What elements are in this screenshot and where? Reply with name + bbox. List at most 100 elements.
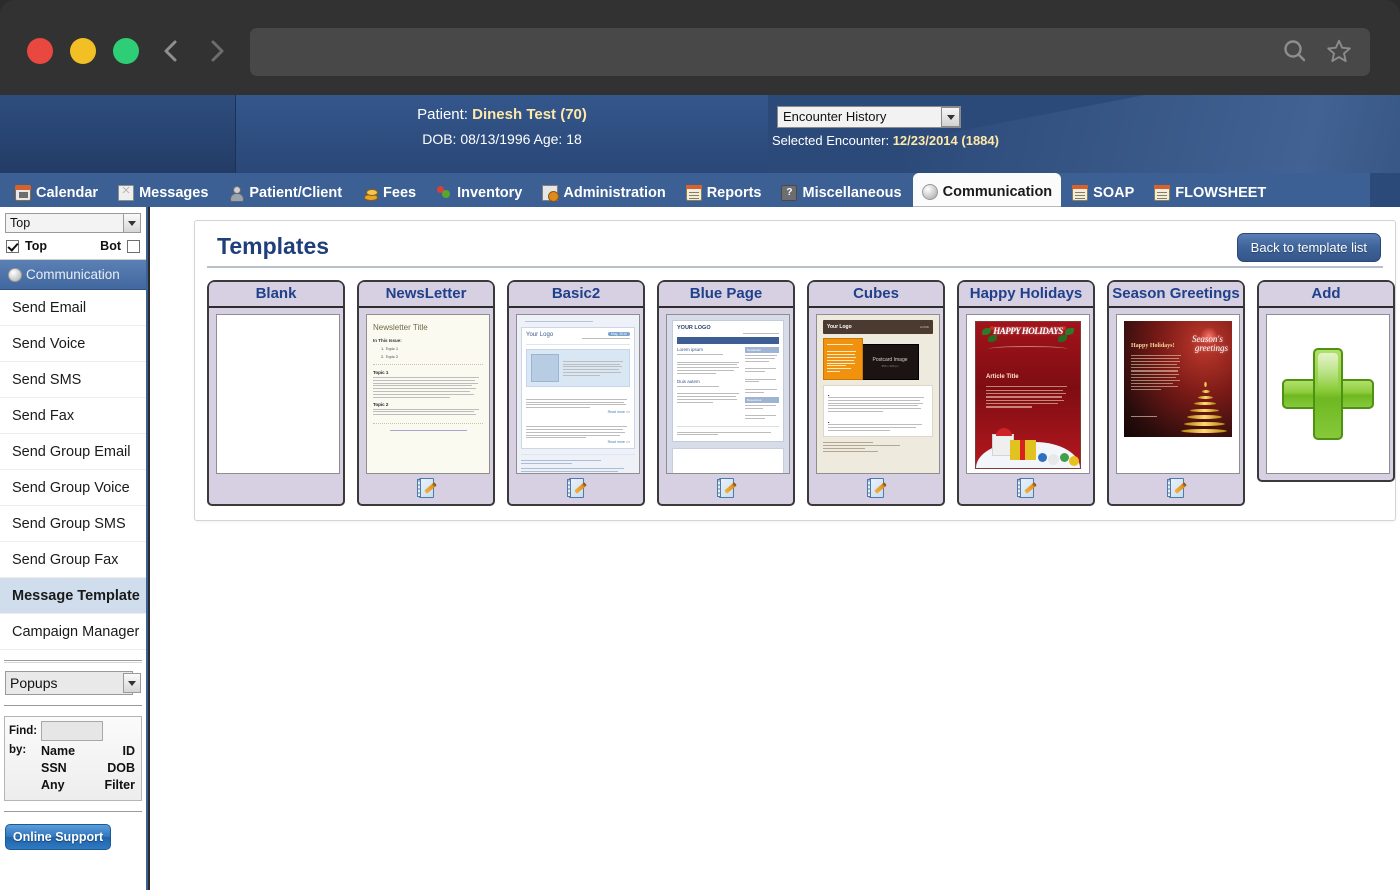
template-card-row: Blank NewsLetter Newsletter Title In Thi… bbox=[203, 280, 1395, 506]
newsletter-subhead: In This Issue: bbox=[373, 338, 402, 343]
template-name: Cubes bbox=[809, 282, 943, 308]
address-bar[interactable] bbox=[250, 28, 1370, 76]
bluepage-main-column: Lorem ipsum Duis autem bbox=[677, 347, 742, 421]
coins-icon bbox=[362, 185, 379, 201]
cubes-postcard-sub: 350 x 200 px bbox=[881, 363, 899, 368]
minimize-window-button[interactable] bbox=[70, 38, 96, 64]
template-thumbnail[interactable]: Your Logo May, 2010 Read more >> Read mo… bbox=[516, 314, 640, 474]
hero-text bbox=[563, 354, 625, 382]
close-window-button[interactable] bbox=[27, 38, 53, 64]
sidebar-item-send-email[interactable]: Send Email bbox=[0, 290, 146, 326]
sidebar-item-send-fax[interactable]: Send Fax bbox=[0, 398, 146, 434]
template-thumb-wrap: Your Logo HOME Postcard Image 350 x 200 … bbox=[809, 308, 943, 474]
tab-soap[interactable]: SOAP bbox=[1063, 179, 1143, 207]
bookmark-star-icon[interactable] bbox=[1326, 38, 1352, 64]
bot-checkbox[interactable] bbox=[127, 239, 140, 253]
cubes-body bbox=[823, 385, 933, 438]
tab-messages[interactable]: Messages bbox=[109, 179, 217, 207]
sidebar-position-select[interactable]: Top bbox=[5, 213, 133, 233]
tab-label: SOAP bbox=[1093, 185, 1135, 201]
find-input[interactable] bbox=[41, 721, 104, 741]
newsletter-heading: Topic 1 bbox=[373, 370, 389, 375]
find-by-dob[interactable]: DOB bbox=[107, 760, 135, 777]
sidebar-item-send-group-fax[interactable]: Send Group Fax bbox=[0, 542, 146, 578]
search-icon[interactable] bbox=[1282, 38, 1308, 64]
sidebar-item-send-group-voice[interactable]: Send Group Voice bbox=[0, 470, 146, 506]
template-card-blank[interactable]: Blank bbox=[207, 280, 345, 506]
back-icon[interactable] bbox=[158, 36, 184, 66]
edit-template-icon[interactable] bbox=[1166, 478, 1187, 500]
top-checkbox[interactable] bbox=[6, 239, 19, 253]
forward-icon[interactable] bbox=[204, 36, 230, 66]
top-checkbox-label: Top bbox=[25, 239, 47, 253]
tab-administration[interactable]: Administration bbox=[533, 179, 674, 207]
bluepage-logo: YOUR LOGO bbox=[677, 325, 711, 331]
flowsheet-icon bbox=[1154, 185, 1171, 201]
edit-template-icon[interactable] bbox=[716, 478, 737, 500]
back-to-template-list-button[interactable]: Back to template list bbox=[1236, 233, 1381, 262]
edit-template-icon[interactable] bbox=[566, 478, 587, 500]
template-card-footer bbox=[959, 474, 1093, 504]
edit-template-icon[interactable] bbox=[1016, 478, 1037, 500]
template-thumb-wrap: YOUR LOGO Lorem ipsum Duis autem Newslet… bbox=[659, 308, 793, 474]
template-thumbnail[interactable]: YOUR LOGO Lorem ipsum Duis autem Newslet… bbox=[666, 314, 790, 474]
tab-fees[interactable]: Fees bbox=[353, 179, 425, 207]
template-card-blue-page[interactable]: Blue Page YOUR LOGO Lorem ipsum Duis aut… bbox=[657, 280, 795, 506]
template-thumbnail[interactable] bbox=[216, 314, 340, 474]
cubes-boxes: Postcard Image 350 x 200 px bbox=[823, 338, 933, 380]
sidebar-item-send-group-email[interactable]: Send Group Email bbox=[0, 434, 146, 470]
template-name: NewsLetter bbox=[359, 282, 493, 308]
find-by-id[interactable]: ID bbox=[123, 743, 136, 760]
template-card-cubes[interactable]: Cubes Your Logo HOME Postcard Image 350 … bbox=[807, 280, 945, 506]
sidebar-item-send-sms[interactable]: Send SMS bbox=[0, 362, 146, 398]
find-by-name[interactable]: Name bbox=[41, 743, 75, 760]
find-by-ssn[interactable]: SSN bbox=[41, 760, 67, 777]
template-card-footer bbox=[659, 474, 793, 504]
cubes-postcard-title: Postcard Image bbox=[872, 356, 908, 363]
template-card-newsletter[interactable]: NewsLetter Newsletter Title In This Issu… bbox=[357, 280, 495, 506]
template-card-add[interactable]: Add bbox=[1257, 280, 1395, 482]
basic2-card: Your Logo May, 2010 Read more >> Read mo… bbox=[521, 327, 635, 450]
blank-preview bbox=[217, 315, 339, 473]
template-thumbnail[interactable]: Season's greetings Happy Holidays! bbox=[1116, 314, 1240, 474]
bluepage-columns: Lorem ipsum Duis autem Newsletter Resour… bbox=[677, 347, 779, 421]
template-thumbnail[interactable]: Newsletter Title In This Issue: 1. Topic… bbox=[366, 314, 490, 474]
sidebar-item-message-template[interactable]: Message Template bbox=[0, 578, 146, 614]
template-thumb-wrap: Newsletter Title In This Issue: 1. Topic… bbox=[359, 308, 493, 474]
tab-communication[interactable]: Communication bbox=[912, 173, 1062, 207]
edit-template-icon[interactable] bbox=[416, 478, 437, 500]
encounter-history-select[interactable]: Encounter History bbox=[777, 106, 961, 128]
online-support-button[interactable]: Online Support bbox=[5, 824, 111, 850]
find-by-any[interactable]: Any bbox=[41, 777, 65, 794]
find-by-filter[interactable]: Filter bbox=[104, 777, 135, 794]
bluepage-heading: Lorem ipsum bbox=[677, 347, 704, 352]
template-card-basic2[interactable]: Basic2 Your Logo May, 2010 Read more >> … bbox=[507, 280, 645, 506]
tab-inventory[interactable]: Inventory bbox=[427, 179, 531, 207]
template-thumbnail[interactable]: Your Logo HOME Postcard Image 350 x 200 … bbox=[816, 314, 940, 474]
tab-calendar[interactable]: Calendar bbox=[6, 179, 107, 207]
template-thumbnail[interactable]: HAPPY HOLIDAYS Article Title bbox=[966, 314, 1090, 474]
tab-patient-client[interactable]: Patient/Client bbox=[219, 179, 351, 207]
template-card-happy-holidays[interactable]: Happy Holidays HAPPY HOLIDAYS Article Ti… bbox=[957, 280, 1095, 506]
tab-flowsheet[interactable]: FLOWSHEET bbox=[1145, 179, 1275, 207]
template-name: Basic2 bbox=[509, 282, 643, 308]
sidebar-item-send-voice[interactable]: Send Voice bbox=[0, 326, 146, 362]
sidebar-item-send-group-sms[interactable]: Send Group SMS bbox=[0, 506, 146, 542]
popups-select[interactable]: Popups bbox=[5, 671, 133, 695]
communication-icon bbox=[921, 184, 938, 200]
tab-miscellaneous[interactable]: ? Miscellaneous bbox=[772, 179, 910, 207]
sidebar-group-header-communication[interactable]: Communication bbox=[0, 260, 146, 290]
tab-reports[interactable]: Reports bbox=[677, 179, 771, 207]
template-name: Happy Holidays bbox=[959, 282, 1093, 308]
newsletter-title: Newsletter Title bbox=[373, 323, 428, 332]
newsletter-body-lines bbox=[373, 377, 483, 398]
admin-gear-icon bbox=[542, 185, 560, 202]
edit-template-icon[interactable] bbox=[866, 478, 887, 500]
tab-label: Reports bbox=[706, 185, 762, 201]
maximize-window-button[interactable] bbox=[113, 38, 139, 64]
sidebar-divider bbox=[4, 660, 142, 663]
template-card-season-greetings[interactable]: Season Greetings Season's greetings Happ… bbox=[1107, 280, 1245, 506]
tab-label: Calendar bbox=[36, 185, 99, 201]
add-template-button[interactable] bbox=[1266, 314, 1390, 474]
sidebar-item-campaign-manager[interactable]: Campaign Manager bbox=[0, 614, 146, 650]
